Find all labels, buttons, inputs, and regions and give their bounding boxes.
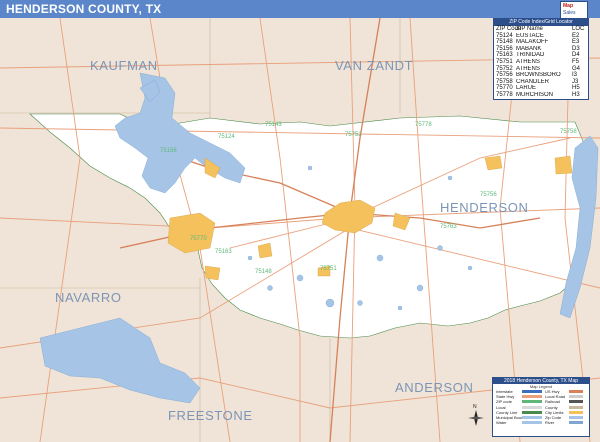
table-row: 75756 BROWNSBORO I3	[494, 72, 588, 79]
chandler-city	[484, 155, 503, 171]
name-cell: EUSTACE	[516, 32, 544, 39]
table-row: 75124 EUSTACE E2	[494, 33, 588, 40]
table-row: 75752 ATHENS G4	[494, 66, 588, 73]
legend-symbol	[522, 400, 542, 404]
loc-cell: D4	[572, 52, 580, 59]
legend-row: Water River	[493, 420, 589, 425]
legend-symbol	[569, 410, 583, 414]
page-title: HENDERSON COUNTY, TX	[6, 2, 162, 16]
table-row: 75758 CHANDLER J3	[494, 79, 588, 86]
table-row: 75778 MURCHISON H3	[494, 92, 588, 99]
loc-cell: H3	[572, 91, 580, 98]
county-label-anderson: ANDERSON	[395, 380, 474, 395]
zip-table-title: ZIP Code Index/Grid Locator	[494, 19, 588, 26]
name-cell: ATHENS	[516, 58, 540, 65]
zip-cell: 75124	[496, 32, 513, 39]
zip-cell: 75752	[496, 65, 513, 72]
name-cell: MABANK	[516, 45, 542, 52]
county-label-kaufman: KAUFMAN	[90, 58, 158, 73]
table-row: 75770 LARUE H5	[494, 85, 588, 92]
legend-symbol	[522, 395, 542, 399]
loc-cell: E2	[572, 32, 580, 39]
county-label-van-zandt: VAN ZANDT	[335, 58, 414, 73]
col-header: LOC	[572, 26, 585, 32]
legend-item: River	[545, 420, 555, 426]
zip-cell: 75758	[496, 78, 513, 85]
name-cell: TRINIDAD	[516, 52, 545, 59]
zip-label: 75770	[190, 236, 207, 242]
county-label-henderson: HENDERSON	[440, 200, 529, 215]
zip-cell: 75148	[496, 39, 513, 46]
title-bar: HENDERSON COUNTY, TX Map Sales	[0, 0, 600, 19]
legend-symbol	[522, 416, 542, 420]
zip-label: 75756	[480, 192, 497, 198]
brownsboro-city	[554, 155, 573, 175]
county-label-freestone: FREESTONE	[168, 408, 253, 423]
zip-label: 75763	[440, 224, 457, 230]
zip-label: 75752	[345, 132, 362, 138]
trinidad-city	[204, 265, 221, 281]
name-cell: LARUE	[516, 85, 537, 92]
table-row: 75156 MABANK D3	[494, 46, 588, 53]
zip-cell: 75756	[496, 72, 513, 79]
county-label-navarro: NAVARRO	[55, 290, 122, 305]
legend-symbol	[569, 416, 583, 420]
name-cell: CHANDLER	[516, 78, 550, 85]
legend-symbol	[569, 400, 583, 404]
zip-cell: 75770	[496, 85, 513, 92]
zip-label: 75124	[218, 134, 235, 140]
zip-cell: 75163	[496, 52, 513, 59]
table-row: 75163 TRINIDAD D4	[494, 52, 588, 59]
loc-cell: F5	[572, 58, 580, 65]
zip-label: 75148	[255, 269, 272, 275]
name-cell: MURCHISON	[516, 91, 553, 98]
legend-symbol	[569, 421, 583, 425]
publisher-logo: Map Sales	[560, 1, 588, 19]
legend-symbol	[569, 405, 583, 409]
zip-cell: 75778	[496, 91, 513, 98]
legend-item: Water	[496, 420, 507, 426]
loc-cell: E3	[572, 39, 580, 46]
map-legend: 2018 Henderson County, TX Map Map Legend…	[492, 377, 590, 437]
malakoff-city	[167, 212, 216, 254]
zip-label: 75163	[215, 249, 232, 255]
loc-cell: I3	[572, 72, 578, 79]
zip-label: 75143	[265, 122, 282, 128]
legend-symbol	[569, 390, 583, 394]
col-header: ZIP Code	[496, 26, 522, 32]
loc-cell: H5	[572, 85, 580, 92]
col-header: ZIP Name	[516, 26, 543, 32]
name-cell: MALAKOFF	[516, 39, 549, 46]
name-cell: ATHENS	[516, 65, 540, 72]
compass-icon	[468, 410, 484, 426]
loc-cell: G4	[572, 65, 581, 72]
legend-symbol	[522, 421, 542, 425]
loc-cell: J3	[572, 78, 579, 85]
zip-table-header: ZIP Code ZIP Name LOC	[494, 26, 588, 33]
map-page: HENDERSON COUNTY, TX Map Sales 75124 757…	[0, 0, 600, 442]
zip-label: 75751	[320, 266, 337, 272]
loc-cell: D3	[572, 45, 580, 52]
zip-cell: 75751	[496, 58, 513, 65]
zip-index-table: ZIP Code Index/Grid Locator ZIP Code ZIP…	[493, 18, 589, 100]
legend-symbol	[522, 390, 542, 394]
zip-label: 75156	[160, 148, 177, 154]
table-row: 75751 ATHENS F5	[494, 59, 588, 66]
zip-label: 75758	[560, 129, 577, 135]
legend-symbol	[522, 410, 542, 414]
legend-symbol	[569, 395, 583, 399]
zip-label: 75778	[415, 122, 432, 128]
zip-cell: 75156	[496, 45, 513, 52]
table-row: 75148 MALAKOFF E3	[494, 39, 588, 46]
legend-symbol	[522, 405, 542, 409]
name-cell: BROWNSBORO	[516, 72, 561, 79]
